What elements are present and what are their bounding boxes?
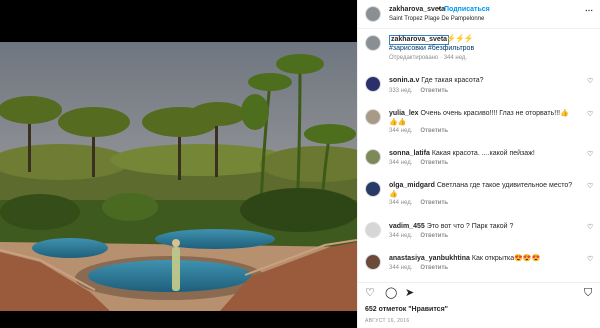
heart-icon[interactable]: ♡ <box>587 255 593 263</box>
comment-text-line: anastasiya_yanbukhtina Как открытка😍😍😍 <box>389 254 577 263</box>
comment-meta: 344 нед. Ответить <box>389 200 448 206</box>
comment-meta: 344 нед. Ответить <box>389 160 448 166</box>
commenter-username[interactable]: yulia_lex <box>389 110 419 117</box>
heart-icon[interactable]: ♡ <box>587 77 593 85</box>
follow-button[interactable]: Подписаться <box>444 6 490 13</box>
commenter-username[interactable]: olga_midgard <box>389 182 435 189</box>
caption-emoji: ⚡⚡⚡ <box>446 34 474 43</box>
comment-time: 344 нед. <box>389 128 413 134</box>
comment-time: 333 нед. <box>389 88 413 94</box>
reply-button[interactable]: Ответить <box>420 128 448 134</box>
comment-time: 344 нед. <box>389 265 413 271</box>
commenter-avatar[interactable] <box>365 76 381 92</box>
comment-meta: 344 нед. Ответить <box>389 233 448 239</box>
comment-list: sonin.a.v Где такая красота? 333 нед. Отв… <box>358 66 600 280</box>
comment-text: Какая красота. ....какой пейзаж! <box>431 150 535 157</box>
comment-text-line: vadim_455 Это вот что ? Парк такой ? <box>389 222 577 231</box>
heart-icon[interactable]: ♡ <box>587 182 593 190</box>
post-date: АВГУСТ 16, 2016 <box>365 318 410 324</box>
separator-dot: • <box>438 6 441 13</box>
commenter-avatar[interactable] <box>365 149 381 165</box>
heart-icon[interactable]: ♡ <box>587 223 593 231</box>
comment-text: Это вот что ? Парк такой ? <box>426 223 514 230</box>
comment-meta: 344 нед. Ответить <box>389 265 448 271</box>
commenter-avatar[interactable] <box>365 181 381 197</box>
heart-icon[interactable]: ♡ <box>587 110 593 118</box>
comment-meta: 333 нед. Ответить <box>389 88 448 94</box>
commenter-username[interactable]: vadim_455 <box>389 223 425 230</box>
comment-text-line: yulia_lex Очень очень красиво!!!! Глаз н… <box>389 109 577 127</box>
commenter-username[interactable]: sonna_latifa <box>389 150 430 157</box>
post-location[interactable]: Saint Tropez Plage De Pampelonne <box>389 16 484 22</box>
reply-button[interactable]: Ответить <box>420 160 448 166</box>
comment-time: 344 нед. <box>389 200 413 206</box>
comment-time: 344 нед. <box>389 160 413 166</box>
post-actions: ♡ ◯ ➤ ⛉ 652 отметок "Нравится" АВГУСТ 16… <box>358 282 600 328</box>
caption-hashtags[interactable]: #зарисовки #безфильтров <box>389 45 474 52</box>
commenter-avatar[interactable] <box>365 254 381 270</box>
comment-text: Как открытка😍😍😍 <box>471 255 541 262</box>
comment-text-line: sonna_latifa Какая красота. ....какой пе… <box>389 149 577 158</box>
commenter-username[interactable]: sonin.a.v <box>389 77 419 84</box>
edited-note: Отредактировано · 344 нед. <box>389 55 468 61</box>
reply-button[interactable]: Ответить <box>420 233 448 239</box>
comment-time: 344 нед. <box>389 233 413 239</box>
author-avatar[interactable] <box>365 6 381 22</box>
like-heart-icon[interactable]: ♡ <box>365 287 375 299</box>
comment-text-line: olga_midgard Светлана где такое удивител… <box>389 181 577 199</box>
comment-icon[interactable]: ◯ <box>385 287 397 299</box>
more-options-icon[interactable]: ⋯ <box>585 6 594 15</box>
reply-button[interactable]: Ответить <box>420 265 448 271</box>
reply-button[interactable]: Ответить <box>420 88 448 94</box>
caption-avatar[interactable] <box>365 35 381 51</box>
bookmark-icon[interactable]: ⛉ <box>584 287 592 299</box>
post-header: zakharova_sveta • Подписаться Saint Trop… <box>358 0 600 29</box>
share-icon[interactable]: ➤ <box>405 287 414 299</box>
post-panel: zakharova_sveta • Подписаться Saint Trop… <box>357 0 600 328</box>
commenter-avatar[interactable] <box>365 222 381 238</box>
post-caption: zakharova_sveta ⚡⚡⚡ #зарисовки #безфильт… <box>358 30 600 62</box>
author-username[interactable]: zakharova_sveta <box>389 6 445 13</box>
comment-meta: 344 нед. Ответить <box>389 128 448 134</box>
media-viewer <box>0 0 357 328</box>
commenter-avatar[interactable] <box>365 109 381 125</box>
commenter-username[interactable]: anastasiya_yanbukhtina <box>389 255 470 262</box>
comment-text-line: sonin.a.v Где такая красота? <box>389 76 577 85</box>
comment-text: Где такая красота? <box>421 77 484 84</box>
heart-icon[interactable]: ♡ <box>587 150 593 158</box>
post-photo[interactable] <box>0 42 357 311</box>
caption-username[interactable]: zakharova_sveta <box>389 35 450 45</box>
likes-count[interactable]: 652 отметок "Нравится" <box>365 306 448 313</box>
reply-button[interactable]: Ответить <box>420 200 448 206</box>
